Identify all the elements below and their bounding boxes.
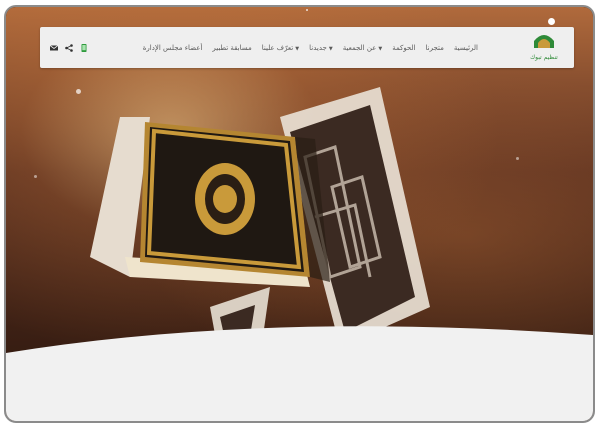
site-logo[interactable]: تنظيم تبوك (524, 30, 564, 66)
sparkle (76, 89, 81, 94)
nav-item-know-us[interactable]: تعرّف علينا ▼ (262, 44, 299, 52)
hero-banner (6, 7, 593, 421)
sparkle (516, 157, 519, 160)
caret-down-icon: ▼ (295, 45, 300, 52)
navbar-icons (50, 27, 95, 68)
nav-item-home[interactable]: الرئيسية (454, 44, 478, 52)
logo-text: تنظيم تبوك (530, 54, 558, 61)
caret-down-icon: ▼ (378, 45, 383, 52)
nav-item-governance[interactable]: الحوكمة (392, 44, 415, 52)
sparkle (34, 175, 37, 178)
nav-menu: الرئيسية متجرنا الحوكمة عن الجمعية ▼ جديد… (133, 27, 478, 68)
nav-item-store[interactable]: متجرنا (426, 44, 444, 52)
hero-bottom-wave (6, 326, 593, 421)
nav-item-board-members[interactable]: أعضاء مجلس الإدارة (143, 44, 203, 52)
nav-item-news[interactable]: جديدنا ▼ (309, 44, 333, 52)
nav-item-about[interactable]: عن الجمعية ▼ (343, 44, 382, 52)
mosque-dome-icon (534, 35, 554, 48)
caret-down-icon: ▼ (328, 45, 333, 52)
share-icon[interactable] (65, 43, 73, 52)
sparkle (306, 9, 308, 11)
top-navbar: تنظيم تبوك الرئيسية متجرنا الحوكمة عن ال… (40, 27, 574, 68)
mail-icon[interactable] (50, 44, 58, 52)
screenshot-frame: تنظيم تبوك الرئيسية متجرنا الحوكمة عن ال… (4, 5, 595, 423)
sparkle (548, 18, 555, 25)
nav-item-competition[interactable]: مسابقة تطبير (212, 44, 251, 52)
phone-icon[interactable] (80, 43, 88, 52)
